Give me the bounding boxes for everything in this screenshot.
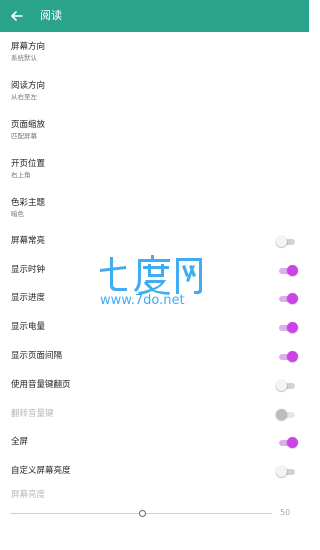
setting-reading-direction[interactable]: 阅读方向 从右至左 <box>0 77 309 113</box>
setting-title: 屏幕亮度 <box>11 490 46 500</box>
setting-volume-key-paging[interactable]: 使用音量键翻页 <box>0 374 309 398</box>
show-page-gap-switch[interactable] <box>277 351 298 362</box>
setting-title: 翻转音量键 <box>11 409 54 419</box>
volume-key-paging-switch[interactable] <box>276 380 297 391</box>
setting-fullscreen[interactable]: 全屏 <box>0 431 309 455</box>
setting-title: 开页位置 <box>11 159 46 169</box>
setting-value: 暗色 <box>11 210 24 218</box>
setting-title: 显示时钟 <box>11 265 46 275</box>
setting-title: 色彩主题 <box>11 198 46 208</box>
page-title: 阅读 <box>40 9 62 22</box>
setting-color-theme[interactable]: 色彩主题 暗色 <box>0 194 309 230</box>
setting-title: 屏幕方向 <box>11 42 46 52</box>
setting-custom-brightness[interactable]: 自定义屏幕亮度 <box>0 460 309 484</box>
setting-title: 全屏 <box>11 437 29 447</box>
brightness-value: 50 <box>280 508 291 517</box>
keep-screen-on-switch[interactable] <box>276 236 297 247</box>
setting-title: 使用音量键翻页 <box>11 380 71 390</box>
setting-keep-screen-on[interactable]: 屏幕常亮 <box>0 230 309 254</box>
setting-title: 显示电量 <box>11 322 46 332</box>
setting-title: 阅读方向 <box>11 81 46 91</box>
show-progress-switch[interactable] <box>277 293 298 304</box>
setting-value: 右上角 <box>11 171 31 179</box>
setting-show-page-gap[interactable]: 显示页面间隔 <box>0 345 309 369</box>
brightness-slider <box>10 507 272 519</box>
setting-invert-volume-keys: 翻转音量键 <box>0 403 309 427</box>
slider-thumb <box>139 510 146 517</box>
show-battery-switch[interactable] <box>277 322 298 333</box>
setting-title: 自定义屏幕亮度 <box>11 466 71 476</box>
setting-title: 显示页面间隔 <box>11 351 63 361</box>
setting-value: 从右至左 <box>11 93 37 101</box>
show-clock-switch[interactable] <box>277 265 298 276</box>
setting-page-scale[interactable]: 页面缩放 匹配屏幕 <box>0 116 309 152</box>
arrow-left-icon[interactable] <box>7 6 27 26</box>
custom-brightness-switch[interactable] <box>276 466 297 477</box>
setting-title: 屏幕常亮 <box>11 236 46 246</box>
watermark-url: www.7do.net <box>100 293 185 308</box>
app-bar: 阅读 <box>0 0 309 32</box>
watermark-logo: www.7do.net <box>100 255 202 308</box>
invert-volume-keys-switch <box>276 409 297 420</box>
setting-value: 匹配屏幕 <box>11 132 37 140</box>
setting-title: 显示进度 <box>11 293 46 303</box>
watermark-name <box>100 255 202 295</box>
setting-start-position[interactable]: 开页位置 右上角 <box>0 155 309 191</box>
fullscreen-switch[interactable] <box>277 437 298 448</box>
setting-title: 页面缩放 <box>11 120 46 130</box>
setting-screen-orientation[interactable]: 屏幕方向 系统默认 <box>0 38 309 74</box>
setting-show-battery[interactable]: 显示电量 <box>0 316 309 340</box>
setting-screen-brightness: 屏幕亮度 <box>0 486 309 506</box>
setting-value: 系统默认 <box>11 54 37 62</box>
